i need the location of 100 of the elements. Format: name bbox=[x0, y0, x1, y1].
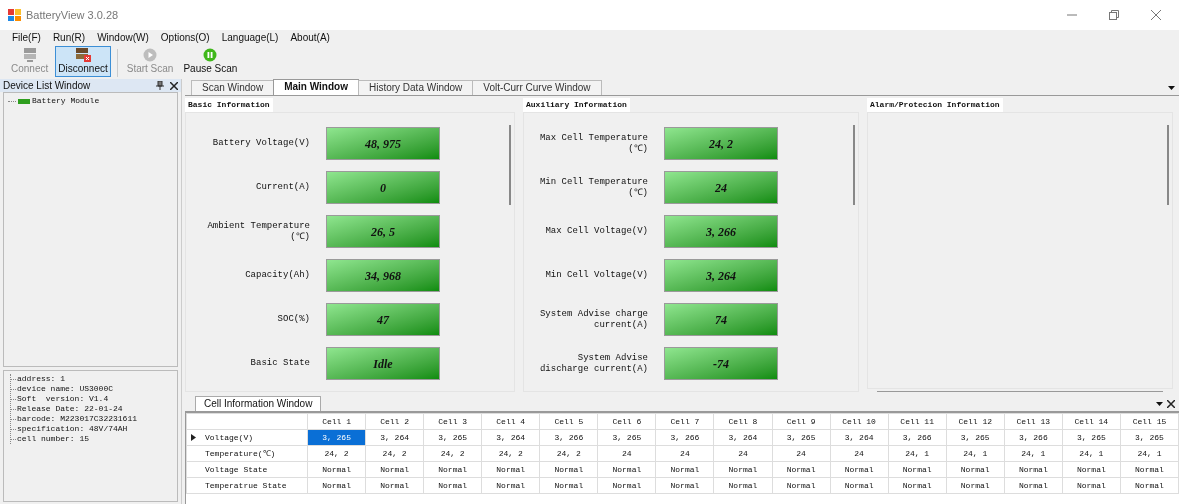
close-icon[interactable] bbox=[1167, 400, 1175, 408]
column-header: Cell 12 bbox=[946, 413, 1005, 430]
close-icon[interactable] bbox=[170, 81, 178, 90]
table-cell[interactable]: 3, 265 bbox=[946, 429, 1005, 446]
menu-item[interactable]: Run(R) bbox=[46, 30, 92, 45]
table-cell[interactable]: Normal bbox=[946, 461, 1005, 478]
menu-item[interactable]: Window(W) bbox=[91, 30, 155, 45]
table-cell[interactable]: 24, 1 bbox=[1004, 445, 1063, 462]
table-cell[interactable]: Normal bbox=[1062, 461, 1121, 478]
value-display: 0 bbox=[326, 171, 440, 204]
table-cell[interactable]: 3, 266 bbox=[539, 429, 598, 446]
value-display: 3, 264 bbox=[664, 259, 778, 292]
field-label: Ambient Temperature (℃) bbox=[206, 220, 310, 243]
table-cell[interactable]: 24, 2 bbox=[423, 445, 482, 462]
table-cell[interactable]: 3, 266 bbox=[1004, 429, 1063, 446]
value-display: 74 bbox=[664, 303, 778, 336]
toolbar-button[interactable]: Disconnect bbox=[55, 46, 111, 77]
table-cell[interactable]: 24, 1 bbox=[1120, 445, 1179, 462]
table-cell[interactable]: Normal bbox=[423, 461, 482, 478]
table-cell[interactable]: 3, 264 bbox=[365, 429, 424, 446]
table-cell[interactable]: Normal bbox=[481, 477, 540, 494]
scroll-thumb[interactable] bbox=[877, 391, 1163, 392]
disconnect-icon bbox=[75, 48, 91, 62]
table-cell[interactable]: 24, 1 bbox=[1062, 445, 1121, 462]
field-label: Max Cell Voltage(V) bbox=[544, 226, 648, 237]
tab[interactable]: Scan Window bbox=[191, 80, 275, 95]
table-cell[interactable]: Normal bbox=[830, 477, 889, 494]
menu-item[interactable]: File(F) bbox=[6, 30, 47, 45]
table-cell[interactable]: Normal bbox=[1004, 461, 1063, 478]
table-cell[interactable]: Normal bbox=[597, 461, 656, 478]
table-cell[interactable]: Normal bbox=[597, 477, 656, 494]
table-cell[interactable]: Normal bbox=[307, 477, 366, 494]
table-cell[interactable]: 3, 264 bbox=[830, 429, 889, 446]
table-cell[interactable]: Normal bbox=[539, 477, 598, 494]
dropdown-icon[interactable] bbox=[1156, 402, 1163, 406]
table-cell[interactable]: 3, 265 bbox=[1120, 429, 1179, 446]
table-cell[interactable]: 3, 266 bbox=[888, 429, 947, 446]
tree-item[interactable]: Battery Module bbox=[32, 95, 100, 107]
table-cell[interactable]: Normal bbox=[655, 461, 714, 478]
table-cell[interactable]: 24, 2 bbox=[365, 445, 424, 462]
restore-icon[interactable] bbox=[1109, 10, 1119, 20]
table-cell[interactable]: 3, 265 bbox=[597, 429, 656, 446]
table-cell[interactable]: 3, 265 bbox=[1062, 429, 1121, 446]
table-cell[interactable]: 24 bbox=[830, 445, 889, 462]
table-cell[interactable]: 3, 266 bbox=[655, 429, 714, 446]
table-cell[interactable]: 24 bbox=[655, 445, 714, 462]
scroll-thumb[interactable] bbox=[853, 125, 855, 205]
tab[interactable]: Main Window bbox=[273, 79, 359, 95]
tab[interactable]: Cell Information Window bbox=[195, 396, 322, 411]
menu-item[interactable]: Options(O) bbox=[154, 30, 216, 45]
table-cell[interactable]: Normal bbox=[1120, 477, 1179, 494]
table-cell[interactable]: Normal bbox=[481, 461, 540, 478]
tab[interactable]: Volt-Curr Curve Window bbox=[472, 80, 602, 95]
battery-icon bbox=[18, 98, 30, 104]
table-cell[interactable]: Normal bbox=[1004, 477, 1063, 494]
table-cell[interactable]: 24, 1 bbox=[946, 445, 1005, 462]
tab[interactable]: History Data Window bbox=[357, 80, 474, 95]
table-cell[interactable]: Normal bbox=[713, 461, 772, 478]
pause-icon bbox=[203, 48, 218, 62]
table-cell[interactable]: Normal bbox=[888, 461, 947, 478]
table-cell[interactable]: Normal bbox=[1120, 461, 1179, 478]
table-cell[interactable]: 24 bbox=[597, 445, 656, 462]
row-header: Temperature(℃) bbox=[205, 447, 276, 460]
scroll-thumb[interactable] bbox=[509, 125, 511, 205]
table-cell[interactable]: Normal bbox=[1062, 477, 1121, 494]
pin-icon[interactable] bbox=[156, 81, 164, 90]
value-display: -74 bbox=[664, 347, 778, 380]
property-text: address: 1 bbox=[17, 374, 65, 384]
table-cell[interactable]: Normal bbox=[888, 477, 947, 494]
dropdown-icon[interactable] bbox=[1168, 86, 1175, 90]
table-cell[interactable]: 3, 264 bbox=[713, 429, 772, 446]
table-cell[interactable]: 3, 264 bbox=[481, 429, 540, 446]
table-cell[interactable]: Normal bbox=[539, 461, 598, 478]
menu-item[interactable]: About(A) bbox=[284, 30, 336, 45]
table-cell[interactable]: 24, 2 bbox=[539, 445, 598, 462]
table-cell[interactable]: Normal bbox=[830, 461, 889, 478]
table-cell[interactable]: 24, 1 bbox=[888, 445, 947, 462]
table-cell[interactable]: Normal bbox=[365, 461, 424, 478]
table-cell[interactable]: 24 bbox=[713, 445, 772, 462]
table-cell[interactable]: 24 bbox=[772, 445, 831, 462]
table-cell[interactable]: 3, 265 bbox=[423, 429, 482, 446]
column-header: Cell 9 bbox=[772, 413, 831, 430]
table-cell[interactable]: 3, 265 bbox=[772, 429, 831, 446]
scroll-thumb[interactable] bbox=[1167, 125, 1169, 205]
table-cell[interactable]: Normal bbox=[423, 477, 482, 494]
value-display: 48, 975 bbox=[326, 127, 440, 160]
row-header: Voltage(V) bbox=[205, 431, 253, 444]
toolbar-button[interactable]: Pause Scan bbox=[180, 46, 241, 77]
table-cell[interactable]: 24, 2 bbox=[481, 445, 540, 462]
table-cell[interactable]: Normal bbox=[655, 477, 714, 494]
table-cell[interactable]: Normal bbox=[946, 477, 1005, 494]
table-cell[interactable]: Normal bbox=[772, 477, 831, 494]
menu-item[interactable]: Language(L) bbox=[215, 30, 285, 45]
table-cell[interactable]: Normal bbox=[307, 461, 366, 478]
table-cell[interactable]: Normal bbox=[713, 477, 772, 494]
table-cell[interactable]: Normal bbox=[772, 461, 831, 478]
table-cell[interactable]: 24, 2 bbox=[307, 445, 366, 462]
table-cell[interactable]: Normal bbox=[365, 477, 424, 494]
window-title: BatteryView 3.0.28 bbox=[26, 7, 119, 23]
value-display: 24 bbox=[664, 171, 778, 204]
